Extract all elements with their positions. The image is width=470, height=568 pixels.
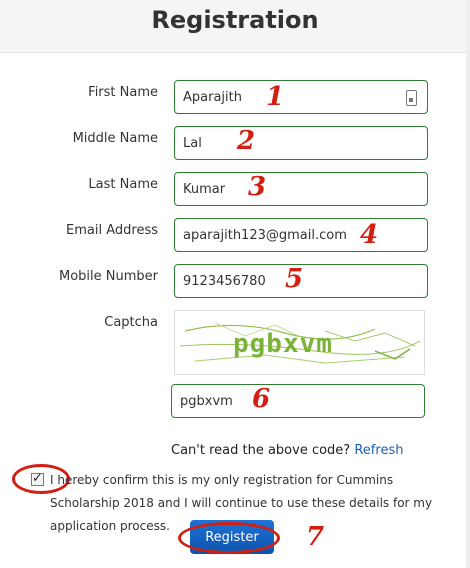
- captcha-text: pgbxvm: [233, 329, 333, 359]
- step-marker-6: 6: [252, 384, 271, 414]
- captcha-input[interactable]: pgbxvm: [171, 384, 425, 418]
- captcha-label: Captcha: [104, 315, 158, 330]
- captcha-image: pgbxvm: [174, 310, 425, 375]
- captcha-input-value: pgbxvm: [180, 394, 233, 409]
- middle-name-value: Lal: [183, 136, 202, 151]
- first-name-field[interactable]: Aparajith: [174, 80, 428, 114]
- email-value: aparajith123@gmail.com: [183, 228, 347, 243]
- first-name-label: First Name: [88, 85, 158, 100]
- highlight-ring-register: [178, 522, 280, 554]
- scroll-edge: [466, 0, 470, 568]
- last-name-field[interactable]: Kumar: [174, 172, 428, 206]
- last-name-value: Kumar: [183, 182, 226, 197]
- page-title: Registration: [151, 6, 319, 34]
- step-marker-7: 7: [306, 522, 325, 552]
- step-marker-4: 4: [360, 220, 379, 250]
- last-name-label: Last Name: [88, 177, 158, 192]
- middle-name-label: Middle Name: [72, 131, 158, 146]
- middle-name-field[interactable]: Lal: [174, 126, 428, 160]
- step-marker-5: 5: [285, 264, 304, 294]
- step-marker-2: 2: [237, 126, 256, 156]
- step-marker-3: 3: [248, 172, 267, 202]
- first-name-value: Aparajith: [183, 90, 242, 105]
- mobile-value: 9123456780: [183, 274, 266, 289]
- email-field[interactable]: aparajith123@gmail.com: [174, 218, 428, 252]
- captcha-help: Can't read the above code? Refresh: [171, 443, 403, 458]
- email-label: Email Address: [66, 223, 158, 238]
- step-marker-1: 1: [266, 82, 285, 112]
- password-manager-icon[interactable]: [406, 90, 417, 106]
- mobile-label: Mobile Number: [59, 269, 158, 284]
- captcha-help-text: Can't read the above code?: [171, 443, 351, 458]
- refresh-link[interactable]: Refresh: [354, 443, 403, 458]
